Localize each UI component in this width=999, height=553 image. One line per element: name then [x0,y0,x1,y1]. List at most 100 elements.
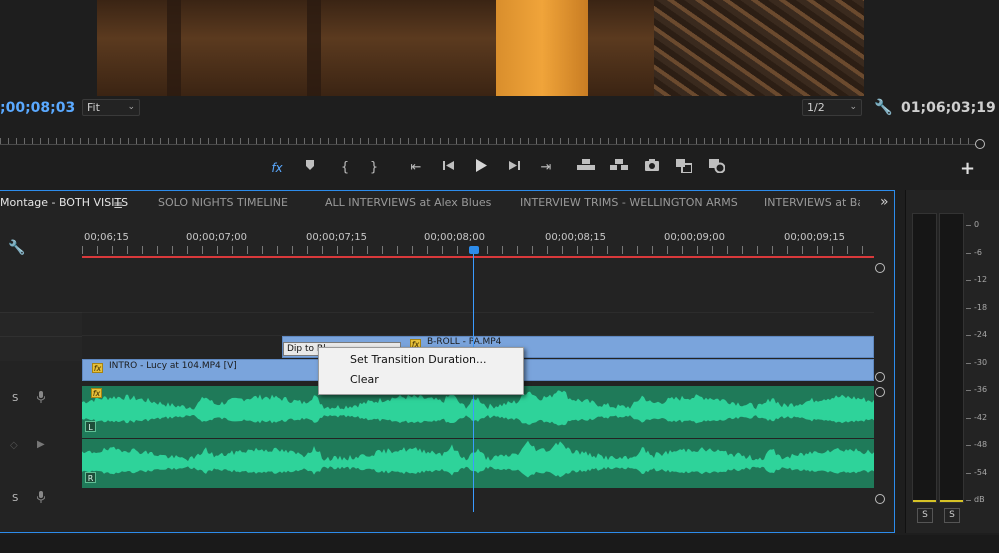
status-strip [0,535,999,553]
lift-button[interactable] [575,159,597,177]
track-headers [0,214,82,524]
db-scale-label: -54 [974,467,988,477]
step-forward-icon [509,161,520,170]
db-scale-tick [966,362,971,364]
zoom-handle[interactable] [975,139,985,149]
go-to-in-button[interactable]: ⇤ [405,159,427,177]
track-header-v1[interactable] [0,336,82,361]
export-frame-button[interactable] [641,159,663,177]
camera-icon [645,159,659,171]
ruler-tick-label: 00;00;07;15 [306,232,368,243]
fx-badge-icon: fx [92,363,103,373]
keyframe-dot-icon[interactable]: ◇ [10,440,18,451]
audio-meter-right [939,213,964,503]
vertical-zoom-handle[interactable] [875,387,885,397]
db-scale-label: -12 [974,275,988,284]
solo-track-button[interactable]: S [12,493,18,504]
audio-meter-left [912,213,937,503]
ruler-tick-label: 00;00;08;00 [424,232,486,243]
step-forward-button[interactable] [503,159,525,177]
proxy-toggle-button[interactable] [706,159,728,177]
audio-clip-channel-r[interactable]: R [82,439,874,488]
db-scale-label: -48 [974,440,988,449]
playhead-handle[interactable] [469,246,479,254]
mark-out-button[interactable]: } [363,159,385,177]
vertical-zoom-handle[interactable] [875,372,885,382]
play-button[interactable] [470,159,492,177]
lift-icon [577,159,595,170]
monitor-ruler-track [0,144,975,145]
db-scale-tick [966,417,971,419]
step-back-icon [443,161,454,170]
playhead-timecode[interactable]: ;00;08;03 [0,100,75,116]
settings-wrench-icon[interactable]: 🔧 [874,98,893,116]
video-frame-detail [167,0,181,96]
tab-montage-both-visits[interactable]: Montage - BOTH VISITS [0,196,128,209]
program-monitor-video [97,0,864,96]
go-to-out-button[interactable]: ⇥ [535,159,557,177]
channel-tag-right: R [85,472,96,483]
playback-resolution-dropdown[interactable]: 1/2 ⌄ [802,99,862,116]
ruler-tick-label: 00;00;09;00 [664,232,726,243]
menu-item-clear[interactable]: Clear [350,373,379,386]
comparison-view-button[interactable] [673,159,695,177]
marker-icon [306,160,314,170]
db-scale-label: -24 [974,330,988,339]
playback-resolution-value: 1/2 [807,101,825,114]
sequence-tab-bar: Montage - BOTH VISITS SOLO NIGHTS TIMELI… [0,192,895,214]
db-scale-label: 0 [974,220,980,229]
button-editor-add-icon[interactable]: + [960,158,975,179]
step-back-button[interactable] [438,159,460,177]
db-scale-label: -30 [974,357,988,367]
tab-interviews-bar10[interactable]: INTERVIEWS at Bar10 [764,196,860,209]
db-scale-label: -36 [974,385,988,394]
panel-menu-icon[interactable]: ≡ [113,198,123,212]
track-divider [82,312,874,313]
extract-button[interactable] [608,159,630,177]
menu-item-set-transition-duration[interactable]: Set Transition Duration... [350,353,487,366]
vertical-zoom-handle[interactable] [875,263,885,273]
add-marker-button[interactable] [299,159,321,177]
db-scale-tick [966,280,971,281]
meter-solo-right-button[interactable]: S [944,508,960,523]
channel-tag-left: L [85,421,96,432]
db-scale-tick [966,307,971,309]
expand-track-arrow-icon[interactable]: ▶ [37,439,45,450]
vertical-zoom-handle[interactable] [875,494,885,504]
meter-solo-left-button[interactable]: S [917,508,933,523]
db-scale-tick [966,472,971,474]
duration-timecode: 01;06;03;19 [901,100,996,116]
zoom-level-dropdown[interactable]: Fit ⌄ [82,99,140,116]
microphone-icon[interactable] [36,491,46,506]
proxy-icon [709,159,726,174]
fx-toggle-button[interactable]: fx [266,159,288,177]
ruler-tick-label: 00;00;08;15 [545,232,607,243]
tab-solo-nights-timeline[interactable]: SOLO NIGHTS TIMELINE [158,196,288,209]
play-icon [476,159,487,172]
video-frame-detail [654,0,864,96]
clip-label: B-ROLL - PA.MP4 [427,337,502,347]
db-scale-tick [966,445,971,446]
db-scale-label: dB [974,495,985,504]
microphone-icon[interactable] [36,391,46,406]
db-scale-label: -18 [974,302,988,312]
ruler-tick-label: 00;06;15 [84,232,129,243]
ruler-tick-label: 00;00;09;15 [784,232,846,243]
chevron-down-icon: ⌄ [849,102,857,112]
timeline-settings-wrench-icon[interactable]: 🔧 [8,240,25,256]
tab-interview-trims-wellington[interactable]: INTERVIEW TRIMS - WELLINGTON ARMS [520,196,738,209]
extract-icon [610,159,628,170]
db-scale-label: -6 [974,247,982,257]
monitor-time-ruler[interactable] [0,124,975,144]
tab-all-interviews-alex-blues[interactable]: ALL INTERVIEWS at Alex Blues [325,196,491,209]
comparison-view-icon [676,159,693,174]
mark-in-button[interactable]: { [334,159,356,177]
track-header-v2[interactable] [0,312,82,337]
fx-badge-icon: fx [91,388,102,398]
transition-context-menu: Set Transition Duration... Clear [318,347,524,395]
db-scale-tick [966,390,971,391]
ruler-tick-label: 00;00;07;00 [186,232,248,243]
more-tabs-chevron-icon[interactable]: » [880,194,889,210]
db-scale-tick [966,252,971,254]
solo-track-button[interactable]: S [12,393,18,404]
